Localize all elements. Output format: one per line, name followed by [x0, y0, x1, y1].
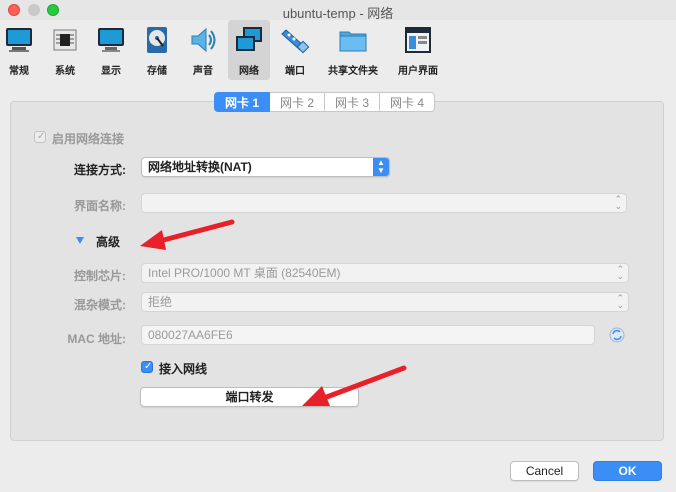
cable-connected-checkbox[interactable]: ✓ — [141, 361, 153, 373]
select-arrows-icon: ⌃ ⌄ — [616, 293, 624, 310]
toolbar-network[interactable]: 网络 — [228, 20, 270, 80]
mac-address-input[interactable]: 080027AA6FE6 — [141, 325, 595, 345]
attached-to-value: 网络地址转换(NAT) — [148, 160, 252, 174]
display-icon — [98, 28, 124, 52]
toolbar-label: 系统 — [55, 66, 75, 77]
toolbar-system[interactable]: 系统 — [44, 20, 86, 80]
annotation-arrow-icon — [140, 219, 235, 250]
enable-network-checkbox[interactable]: ✓ — [34, 131, 46, 143]
toolbar-label: 显示 — [101, 66, 121, 77]
interface-name-label: 界面名称: — [74, 199, 126, 213]
select-arrows-icon: ⌃ ⌄ — [616, 264, 624, 281]
toolbar-audio[interactable]: 声音 — [184, 20, 222, 80]
settings-toolbar: 常规 系统 显示 存储 声音 网络 端口 共享文件夹 用户界面 — [0, 20, 676, 80]
toolbar-ports[interactable]: 端口 — [276, 20, 314, 80]
monitor-general-icon — [6, 28, 32, 52]
checkmark-icon: ✓ — [37, 131, 46, 142]
toolbar-label: 声音 — [193, 66, 213, 77]
adapter-type-value: Intel PRO/1000 MT 桌面 (82540EM) — [148, 266, 341, 280]
select-arrows-icon: ▲ ▼ — [373, 158, 389, 176]
promiscuous-mode-value: 拒绝 — [148, 295, 173, 309]
ui-window-icon — [405, 27, 431, 53]
toolbar-label: 网络 — [239, 66, 259, 77]
toolbar-label: 存储 — [147, 66, 167, 77]
cancel-button[interactable]: Cancel — [510, 461, 579, 481]
promiscuous-mode-label: 混杂模式: — [74, 298, 126, 312]
network-icon — [236, 27, 262, 51]
tab-adapter-4[interactable]: 网卡 4 — [380, 92, 436, 112]
checkmark-icon: ✓ — [144, 361, 153, 372]
advanced-toggle[interactable]: 高级 — [96, 233, 120, 250]
ok-button[interactable]: OK — [593, 461, 662, 481]
toolbar-shared-folders[interactable]: 共享文件夹 — [322, 20, 384, 80]
toolbar-label: 常规 — [9, 66, 29, 77]
mac-address-value: 080027AA6FE6 — [148, 328, 233, 342]
tab-adapter-1[interactable]: 网卡 1 — [214, 92, 271, 112]
title-bar: ubuntu-temp - 网络 — [0, 0, 676, 21]
toolbar-storage[interactable]: 存储 — [138, 20, 176, 80]
toolbar-display[interactable]: 显示 — [92, 20, 130, 80]
select-arrows-icon: ⌃ ⌄ — [614, 194, 622, 211]
tab-adapter-3[interactable]: 网卡 3 — [325, 92, 381, 112]
toolbar-general[interactable]: 常规 — [0, 20, 38, 80]
toolbar-label: 共享文件夹 — [328, 66, 378, 77]
toolbar-label: 用户界面 — [398, 66, 438, 77]
speaker-icon — [191, 27, 216, 53]
disk-icon — [147, 27, 167, 53]
attached-to-label: 连接方式: — [74, 163, 126, 177]
toolbar-label: 端口 — [285, 66, 305, 77]
cable-connected-label: 接入网线 — [159, 362, 208, 376]
toolbar-user-interface[interactable]: 用户界面 — [392, 20, 444, 80]
disclosure-triangle-icon[interactable] — [75, 236, 85, 245]
annotation-arrow-icon — [302, 365, 407, 406]
tab-adapter-2[interactable]: 网卡 2 — [270, 92, 326, 112]
attached-to-select[interactable]: 网络地址转换(NAT) ▲ ▼ — [141, 157, 390, 177]
enable-network-label: 启用网络连接 — [52, 132, 125, 146]
port-icon — [281, 29, 310, 54]
mac-address-label: MAC 地址: — [67, 332, 126, 346]
promiscuous-mode-select[interactable]: 拒绝 ⌃ ⌄ — [141, 292, 629, 312]
interface-name-select[interactable]: ⌃ ⌄ — [141, 193, 627, 213]
refresh-mac-icon[interactable] — [609, 327, 625, 343]
adapter-type-select[interactable]: Intel PRO/1000 MT 桌面 (82540EM) ⌃ ⌄ — [141, 263, 629, 283]
adapter-tabs: 网卡 1 网卡 2 网卡 3 网卡 4 — [214, 92, 436, 112]
folder-icon — [339, 31, 367, 52]
chip-icon — [53, 29, 77, 51]
adapter-type-label: 控制芯片: — [74, 269, 126, 283]
